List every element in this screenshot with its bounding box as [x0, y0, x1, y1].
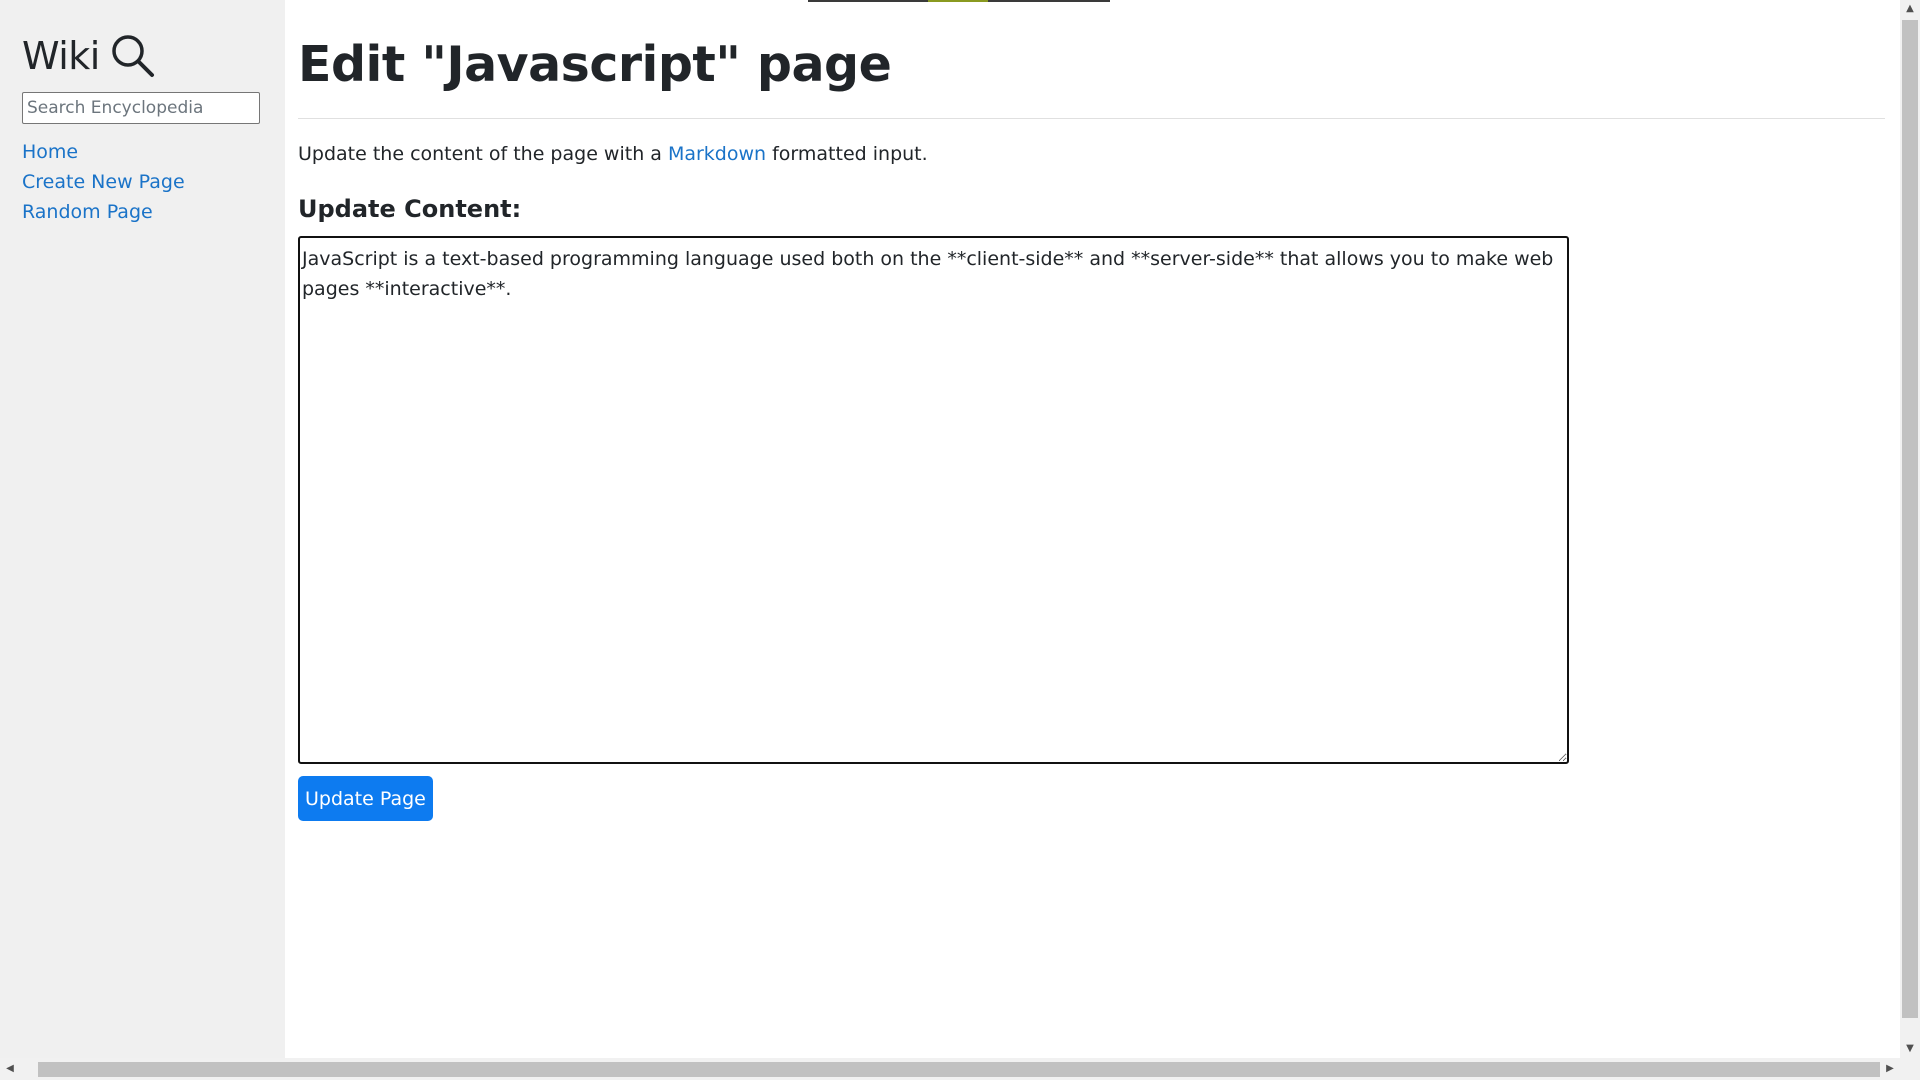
page-title: Edit "Javascript" page — [298, 36, 892, 93]
title-divider — [298, 118, 1885, 119]
intro-text: Update the content of the page with a Ma… — [298, 143, 928, 165]
vertical-scrollbar[interactable]: ▲ ▼ — [1900, 0, 1920, 1058]
sidebar: Wiki Home Create New Page Random Page — [0, 0, 285, 1058]
scroll-left-icon[interactable]: ◀ — [0, 1058, 20, 1080]
scroll-up-icon[interactable]: ▲ — [1900, 0, 1920, 18]
scroll-down-icon[interactable]: ▼ — [1900, 1040, 1920, 1058]
nav-create-new-page-link[interactable]: Create New Page — [22, 167, 263, 197]
sidebar-nav: Home Create New Page Random Page — [22, 137, 263, 227]
brand: Wiki — [22, 30, 263, 82]
update-content-label: Update Content: — [298, 195, 522, 223]
nav-random-page-link[interactable]: Random Page — [22, 197, 263, 227]
intro-text-before: Update the content of the page with a — [298, 143, 668, 165]
horizontal-scrollbar[interactable]: ◀ ▶ — [0, 1058, 1920, 1080]
nav-home-link[interactable]: Home — [22, 137, 263, 167]
horizontal-scroll-thumb[interactable] — [38, 1062, 1880, 1077]
markdown-link[interactable]: Markdown — [668, 143, 766, 165]
vertical-scroll-thumb[interactable] — [1902, 20, 1918, 1018]
loading-bar-accent — [928, 0, 988, 2]
brand-title: Wiki — [22, 34, 100, 78]
update-page-button[interactable]: Update Page — [298, 776, 433, 821]
scroll-right-icon[interactable]: ▶ — [1880, 1058, 1900, 1080]
loading-bar — [808, 0, 1110, 2]
main-content: Edit "Javascript" page Update the conten… — [298, 0, 1885, 1058]
search-icon — [110, 33, 156, 79]
intro-text-after: formatted input. — [766, 143, 928, 165]
search-input[interactable] — [22, 92, 260, 124]
content-textarea[interactable]: JavaScript is a text-based programming l… — [298, 236, 1569, 764]
page: Wiki Home Create New Page Random Page Ed… — [0, 0, 1920, 1080]
